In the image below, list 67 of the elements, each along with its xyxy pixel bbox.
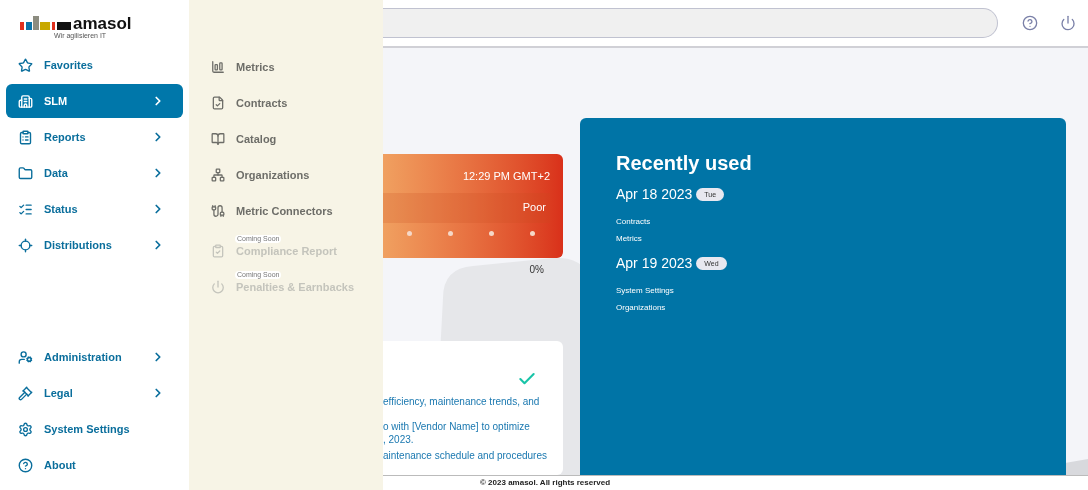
sidebar-item[interactable]: Distributions (6, 228, 183, 262)
submenu-item[interactable]: Metric Connectors (211, 202, 361, 220)
sidebar-item[interactable]: About (6, 448, 183, 482)
sidebar-item-label: SLM (44, 93, 69, 109)
sidebar-item-label: Legal (44, 385, 74, 401)
percent-label: 0% (529, 263, 544, 277)
sidebar-item-label: Administration (44, 349, 123, 365)
sidebar-item[interactable]: Administration (6, 340, 183, 374)
recent-link[interactable]: Organizations (616, 301, 1030, 314)
task-text: o with [Vendor Name] to optimize (383, 420, 531, 433)
connector-icon (211, 204, 225, 218)
star-icon (18, 57, 33, 73)
sidebar-item-label: Data (44, 165, 69, 181)
rating-label: Poor (522, 200, 546, 216)
status-time: 12:29 PM GMT+2 (462, 169, 550, 184)
submenu-item[interactable]: Contracts (211, 94, 361, 112)
task-text: aintenance schedule and procedures (383, 449, 548, 462)
sidebar-item-label: Status (44, 201, 79, 217)
footer-text: © 2023 amasol. All rights reserved (480, 477, 611, 489)
submenu-item[interactable]: Metrics (211, 58, 361, 76)
submenu-item-label: Catalog (236, 131, 277, 147)
power-icon (211, 280, 225, 294)
submenu-item[interactable]: Organizations (211, 166, 361, 184)
sidebar-item-label: Favorites (44, 57, 94, 73)
submenu-item-label: Metric Connectors (236, 203, 333, 219)
sidebar-item-label: About (44, 457, 77, 473)
network-icon (211, 168, 225, 182)
task-text: efficiency, maintenance trends, and (383, 395, 541, 408)
sidebar-item[interactable]: SLM (6, 84, 183, 118)
clipboard-icon (18, 129, 33, 145)
logo-wordmark: amasol (73, 16, 132, 32)
folder-icon (18, 165, 33, 181)
sidebar-item[interactable]: System Settings (6, 412, 183, 446)
task-text: , 2023. (383, 433, 415, 446)
sidebar-item[interactable]: Reports (6, 120, 183, 154)
logo-icon (20, 16, 72, 32)
sidebar-item-label: System Settings (44, 421, 131, 437)
checklist-icon (18, 201, 33, 217)
settings-icon (18, 421, 33, 437)
power-icon[interactable] (1060, 15, 1076, 31)
submenu-item[interactable]: Catalog (211, 130, 361, 148)
target-icon (18, 237, 33, 253)
submenu-item-label: Contracts (236, 95, 288, 111)
submenu-item-label: Metrics (236, 59, 275, 75)
clipboard-check-icon (211, 244, 225, 258)
user-gear-icon (18, 349, 33, 365)
submenu-item-label: Organizations (236, 167, 310, 183)
sidebar-item[interactable]: Legal (6, 376, 183, 410)
sidebar-item[interactable]: Status (6, 192, 183, 226)
sidebar-item[interactable]: Favorites (6, 48, 183, 82)
recently-used-title: Recently used (616, 151, 753, 176)
gavel-icon (18, 385, 33, 401)
sidebar-item[interactable]: Data (6, 156, 183, 190)
book-icon (211, 132, 225, 146)
help-icon[interactable] (1022, 15, 1038, 31)
recent-link[interactable]: Contracts (616, 215, 1030, 228)
chart-icon (211, 60, 225, 74)
help-icon (18, 457, 33, 473)
recent-link[interactable]: System Settings (616, 284, 1030, 297)
sidebar-item-label: Distributions (44, 237, 113, 253)
file-check-icon (211, 96, 225, 110)
building-icon (18, 93, 33, 109)
date-heading: Apr 18 2023 (616, 185, 693, 204)
sidebar-item-label: Reports (44, 129, 87, 145)
recent-link[interactable]: Metrics (616, 232, 1030, 245)
date-heading: Apr 19 2023 (616, 254, 693, 273)
search-field[interactable] (383, 8, 998, 38)
